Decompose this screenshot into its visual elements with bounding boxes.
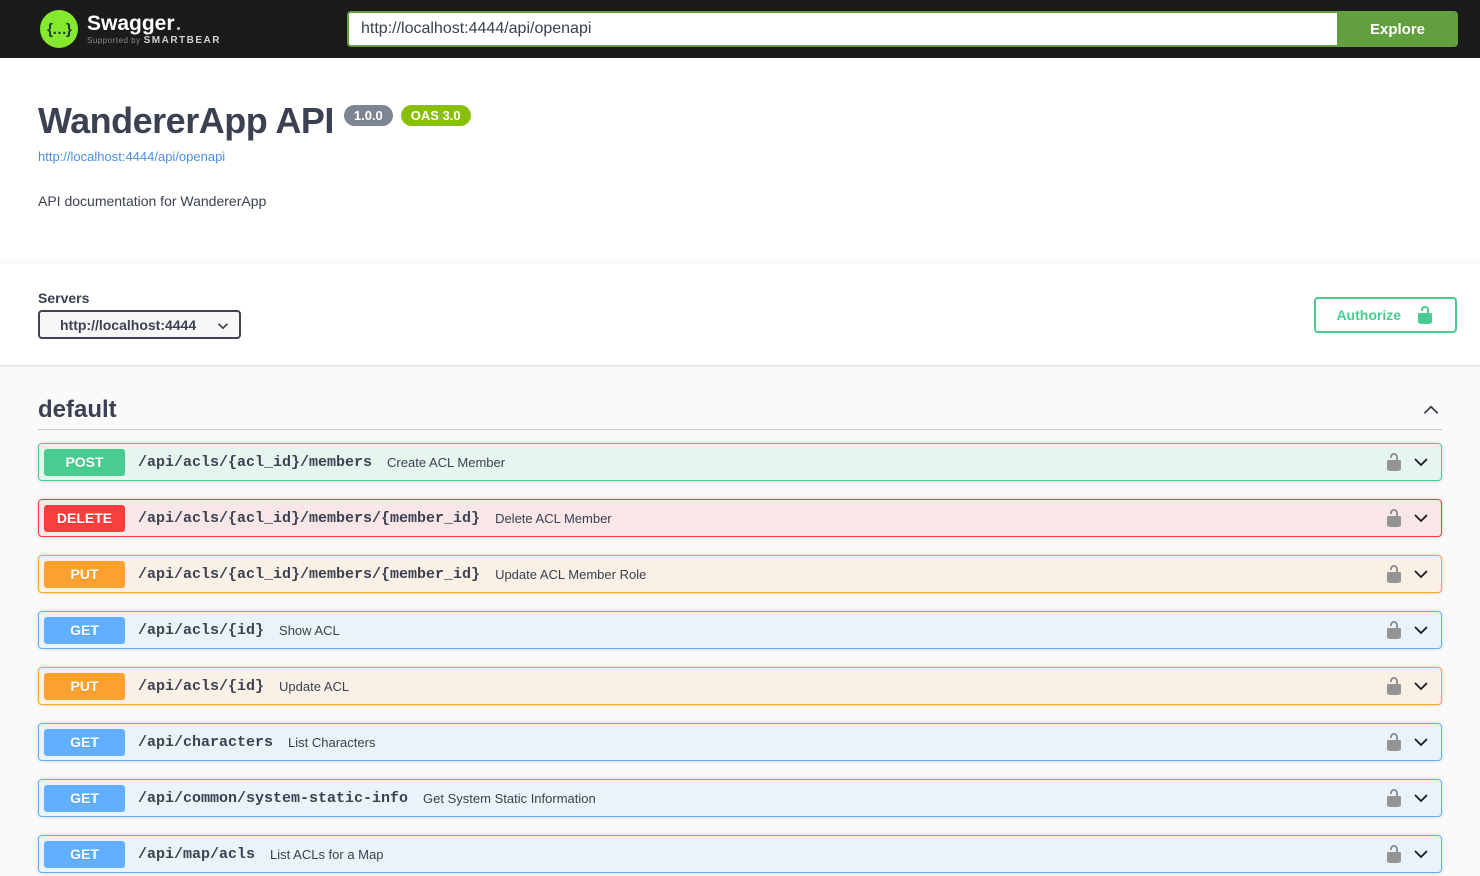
swagger-logo-icon: {…} xyxy=(40,10,78,48)
chevron-down-icon[interactable] xyxy=(1411,508,1431,528)
endpoint-path: /api/map/acls xyxy=(138,845,256,863)
servers-block: Servers http://localhost:4444 xyxy=(38,290,241,339)
authorize-button[interactable]: Authorize xyxy=(1314,296,1457,333)
endpoint-path: /api/common/system-static-info xyxy=(138,789,409,807)
download-url-wrapper: Explore xyxy=(347,11,1458,47)
unlock-icon xyxy=(1387,509,1401,527)
unlock-icon xyxy=(1387,733,1401,751)
auth-lock-button[interactable] xyxy=(1384,844,1404,864)
endpoint-summary: Get System Static Information xyxy=(423,790,596,806)
unlock-icon xyxy=(1387,677,1401,695)
authorize-label: Authorize xyxy=(1336,306,1401,323)
chevron-down-icon[interactable] xyxy=(1411,620,1431,640)
servers-select[interactable]: http://localhost:4444 xyxy=(38,310,241,339)
unlock-icon xyxy=(1387,789,1401,807)
method-badge: PUT xyxy=(44,560,125,588)
auth-lock-button[interactable] xyxy=(1384,732,1404,752)
chevron-down-icon[interactable] xyxy=(1411,732,1431,752)
endpoint-path: /api/acls/{acl_id}/members/{member_id} xyxy=(138,509,481,527)
topbar: {…} Swagger Supported bySMARTBEAR Explor… xyxy=(0,0,1480,58)
scheme-container: Servers http://localhost:4444 Authorize xyxy=(0,264,1480,365)
method-badge: GET xyxy=(44,616,125,644)
auth-lock-button[interactable] xyxy=(1384,620,1404,640)
operation-row[interactable]: PUT /api/acls/{id} Update ACL xyxy=(38,667,1442,705)
operation-row[interactable]: GET /api/characters List Characters xyxy=(38,723,1442,761)
endpoint-path: /api/characters xyxy=(138,733,274,751)
servers-label: Servers xyxy=(38,290,90,306)
endpoint-summary: List ACLs for a Map xyxy=(270,846,384,862)
tag-name: default xyxy=(38,395,117,423)
unlock-icon xyxy=(1387,453,1401,471)
chevron-down-icon[interactable] xyxy=(1411,788,1431,808)
method-badge: GET xyxy=(44,728,125,756)
chevron-down-icon[interactable] xyxy=(1411,676,1431,696)
endpoint-summary: Delete ACL Member xyxy=(495,510,612,526)
unlock-icon xyxy=(1387,845,1401,863)
chevron-down-icon[interactable] xyxy=(1411,452,1431,472)
endpoint-summary: Create ACL Member xyxy=(387,454,506,470)
logo-title: Swagger xyxy=(87,12,221,35)
tag-header-default[interactable]: default xyxy=(38,390,1442,430)
chevron-up-icon[interactable] xyxy=(1420,399,1442,421)
operation-row[interactable]: GET /api/acls/{id} Show ACL xyxy=(38,611,1442,649)
auth-lock-button[interactable] xyxy=(1384,788,1404,808)
method-badge: DELETE xyxy=(44,504,125,532)
explore-button[interactable]: Explore xyxy=(1337,11,1458,47)
logo-tagline: Supported by SMARTBEAR xyxy=(87,34,221,46)
endpoint-summary: Update ACL Member Role xyxy=(495,566,647,582)
spec-url-link[interactable]: http://localhost:4444/api/openapi xyxy=(38,149,225,164)
page-title: WandererApp API xyxy=(38,100,334,141)
auth-lock-button[interactable] xyxy=(1384,452,1404,472)
endpoint-path: /api/acls/{acl_id}/members xyxy=(138,453,373,471)
chevron-down-icon[interactable] xyxy=(1411,564,1431,584)
endpoint-summary: List Characters xyxy=(288,734,376,750)
spec-url-input[interactable] xyxy=(347,11,1337,47)
server-value: http://localhost:4444 xyxy=(60,316,197,333)
unlock-icon xyxy=(1387,565,1401,583)
logo-trademark-dot xyxy=(176,26,180,30)
unlock-icon xyxy=(1387,621,1401,639)
endpoint-path: /api/acls/{acl_id}/members/{member_id} xyxy=(138,565,481,583)
operation-row[interactable]: GET /api/map/acls List ACLs for a Map xyxy=(38,835,1442,873)
chevron-down-icon xyxy=(218,323,228,330)
operation-row[interactable]: DELETE /api/acls/{acl_id}/members/{membe… xyxy=(38,499,1442,537)
operation-row[interactable]: POST /api/acls/{acl_id}/members Create A… xyxy=(38,443,1442,481)
chevron-down-icon[interactable] xyxy=(1411,844,1431,864)
method-badge: GET xyxy=(44,784,125,812)
swagger-logo[interactable]: {…} Swagger Supported by SMARTBEAR xyxy=(40,10,221,48)
method-badge: POST xyxy=(44,448,125,476)
method-badge: PUT xyxy=(44,672,125,700)
endpoint-summary: Update ACL xyxy=(279,678,350,694)
endpoint-summary: Show ACL xyxy=(279,622,340,638)
operations-section: default POST /api/acls/{acl_id}/members … xyxy=(0,390,1480,873)
auth-lock-button[interactable] xyxy=(1384,564,1404,584)
oas-badge: OAS 3.0 xyxy=(400,105,471,126)
endpoint-path: /api/acls/{id} xyxy=(138,677,265,695)
version-badge: 1.0.0 xyxy=(343,105,393,126)
auth-lock-button[interactable] xyxy=(1384,676,1404,696)
unlock-icon xyxy=(1418,305,1432,324)
info-section: WandererApp API 1.0.0 OAS 3.0 http://loc… xyxy=(0,58,1480,257)
operation-row[interactable]: GET /api/common/system-static-info Get S… xyxy=(38,779,1442,817)
auth-lock-button[interactable] xyxy=(1384,508,1404,528)
api-description: API documentation for WandererApp xyxy=(38,193,267,209)
smartbear-wordmark: SMARTBEAR xyxy=(143,34,221,46)
endpoint-path: /api/acls/{id} xyxy=(138,621,265,639)
operation-row[interactable]: PUT /api/acls/{acl_id}/members/{member_i… xyxy=(38,555,1442,593)
method-badge: GET xyxy=(44,840,125,868)
